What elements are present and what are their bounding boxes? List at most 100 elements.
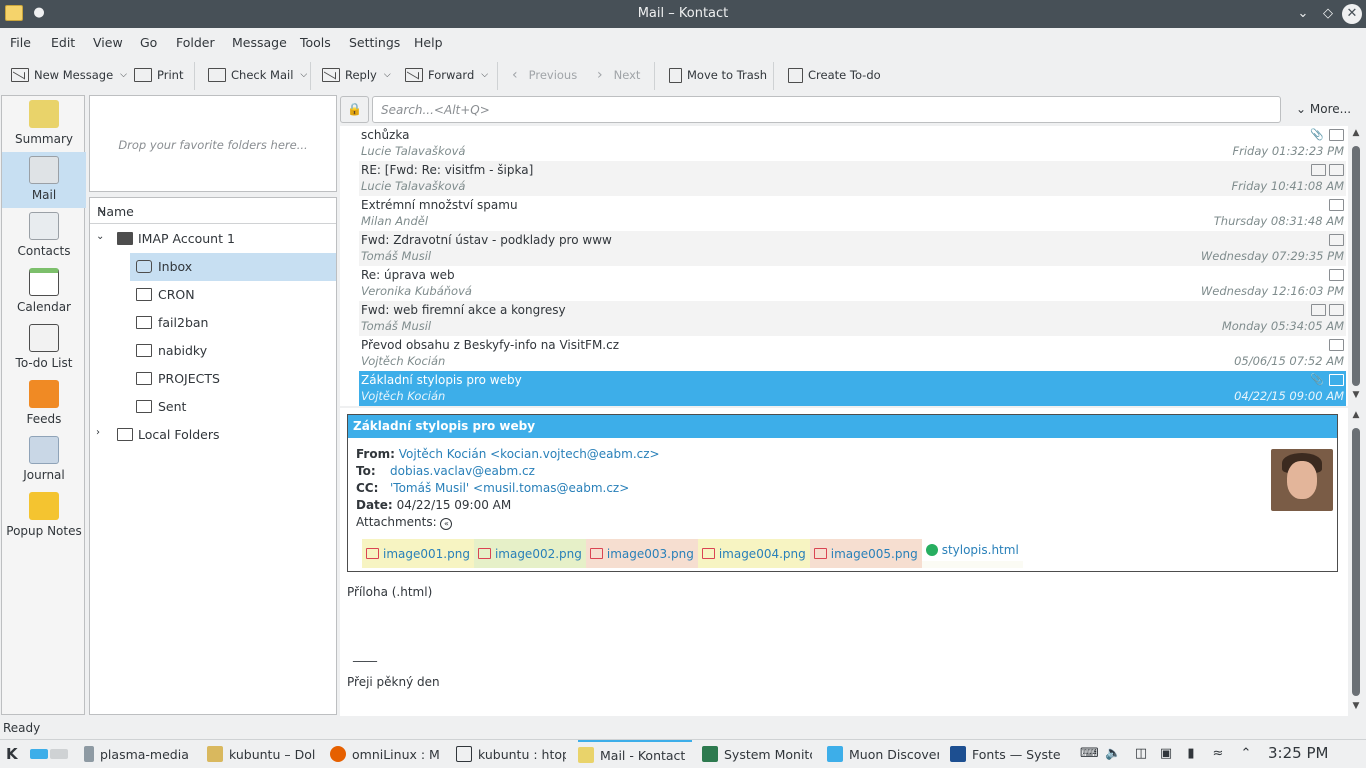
attachment-item-html[interactable]: stylopis.html (921, 539, 1023, 561)
lock-search-button[interactable]: 🔒 (340, 96, 369, 123)
task-firefox[interactable]: omniLinux : Mi (330, 740, 440, 768)
previous-button[interactable]: ‹ Previous (512, 66, 577, 84)
task-fonts[interactable]: Fonts — Syste (950, 740, 1062, 768)
task-system-monitor[interactable]: System Monito (702, 740, 812, 768)
attachment-item[interactable]: image002.png (473, 539, 586, 568)
message-row[interactable]: Fwd: Zdravotní ústav - podklady pro www … (359, 231, 1346, 266)
sidebar-item-todo[interactable]: To-do List (2, 320, 86, 376)
read-status-icon[interactable] (1329, 199, 1344, 211)
virtual-desktop-pager[interactable] (30, 740, 68, 768)
chevron-down-icon[interactable]: ⌵ (300, 70, 307, 80)
collapse-attachments-icon[interactable]: « (440, 518, 453, 530)
attachment-item[interactable]: image005.png (809, 539, 922, 568)
message-row[interactable]: Převod obsahu z Beskyfy-info na VisitFM.… (359, 336, 1346, 371)
to-link[interactable]: dobias.vaclav@eabm.cz (390, 464, 535, 478)
scrollbar-thumb[interactable] (1352, 146, 1360, 386)
task-dolphin[interactable]: kubuntu – Dol (207, 740, 315, 768)
message-row[interactable]: Extrémní množství spamu Milan Anděl Thur… (359, 196, 1346, 231)
message-row-selected[interactable]: Základní stylopis pro weby Vojtěch Kociá… (359, 371, 1346, 406)
tree-item-imap-account[interactable]: ⌄ IMAP Account 1 (90, 225, 336, 253)
read-status-icon[interactable] (1329, 129, 1344, 141)
message-row[interactable]: schůzka Lucie Talavašková 📎 Friday 01:32… (359, 126, 1346, 161)
move-to-trash-button[interactable]: Move to Trash (669, 66, 767, 84)
chevron-down-icon[interactable]: ⌵ (120, 70, 127, 80)
menu-file[interactable]: File (10, 35, 31, 50)
message-row[interactable]: RE: [Fwd: Re: visitfm - šipka] Lucie Tal… (359, 161, 1346, 196)
check-mail-button[interactable]: Check Mail ⌵ (208, 66, 307, 84)
read-status-icon[interactable] (1329, 164, 1344, 176)
maximize-button[interactable]: ◇ (1318, 4, 1338, 24)
tree-item-fail2ban[interactable]: fail2ban (130, 309, 336, 337)
task-htop[interactable]: kubuntu : htop (456, 740, 566, 768)
volume-icon[interactable]: 🔈 (1105, 746, 1121, 762)
message-row[interactable]: Re: úprava web Veronika Kubáňová Wednesd… (359, 266, 1346, 301)
scroll-up-icon[interactable]: ▲ (1350, 410, 1362, 420)
attachment-item[interactable]: image003.png (585, 539, 698, 568)
cc-link[interactable]: 'Tomáš Musil' <musil.tomas@eabm.cz> (390, 481, 629, 495)
menu-tools[interactable]: Tools (300, 35, 331, 50)
task-muon-discover[interactable]: Muon Discover (827, 740, 939, 768)
sidebar-item-journal[interactable]: Journal (2, 432, 86, 488)
tree-item-cron[interactable]: CRON (130, 281, 336, 309)
create-todo-button[interactable]: Create To-do (788, 66, 881, 84)
scroll-down-icon[interactable]: ▼ (1350, 390, 1362, 400)
chevron-down-icon[interactable]: ⌵ (384, 70, 391, 80)
more-button[interactable]: ⌄ More... (1296, 102, 1351, 116)
keyboard-icon[interactable]: ⌨ (1080, 746, 1099, 762)
scroll-down-icon[interactable]: ▼ (1350, 701, 1362, 711)
clock[interactable]: 3:25 PM (1268, 744, 1328, 762)
sidebar-item-popup-notes[interactable]: Popup Notes (2, 488, 86, 544)
attachment-item[interactable]: image004.png (697, 539, 810, 568)
desktop-1-icon[interactable] (30, 749, 48, 759)
read-status-icon[interactable] (1329, 304, 1344, 316)
clipboard-icon[interactable]: ▣ (1158, 746, 1174, 762)
tree-item-local-folders[interactable]: › Local Folders (90, 421, 336, 449)
read-status-icon[interactable] (1329, 374, 1344, 386)
forward-button[interactable]: Forward ⌵ (405, 66, 488, 84)
sidebar-item-feeds[interactable]: Feeds (2, 376, 86, 432)
menu-message[interactable]: Message (232, 35, 287, 50)
preview-scrollbar[interactable]: ▲ ▼ (1350, 408, 1362, 716)
sidebar-item-calendar[interactable]: Calendar (2, 264, 86, 320)
network-icon[interactable]: ≈ (1210, 746, 1226, 762)
search-field[interactable] (372, 96, 1281, 123)
tree-item-projects[interactable]: PROJECTS (130, 365, 336, 393)
scroll-up-icon[interactable]: ▲ (1350, 128, 1362, 138)
chevron-down-icon[interactable]: ⌄ (97, 202, 330, 216)
from-link[interactable]: Vojtěch Kocián <kocian.vojtech@eabm.cz> (399, 447, 660, 461)
next-button[interactable]: › Next (597, 66, 640, 84)
tree-item-nabidky[interactable]: nabidky (130, 337, 336, 365)
sidebar-item-mail[interactable]: Mail (2, 152, 86, 208)
print-button[interactable]: Print (134, 66, 183, 84)
reply-button[interactable]: Reply ⌵ (322, 66, 391, 84)
menu-settings[interactable]: Settings (349, 35, 400, 50)
folder-tree-header[interactable]: Name ⌄ (90, 198, 336, 224)
task-kontact[interactable]: Mail - Kontact (578, 740, 692, 768)
battery-icon[interactable]: ▮ (1183, 746, 1199, 762)
scrollbar-thumb[interactable] (1352, 428, 1360, 696)
menu-edit[interactable]: Edit (51, 35, 75, 50)
tree-item-sent[interactable]: Sent (130, 393, 336, 421)
task-plasma-media[interactable]: plasma-media (84, 740, 192, 768)
menu-help[interactable]: Help (414, 35, 443, 50)
chevron-down-icon[interactable]: ⌵ (481, 70, 488, 80)
favorite-folders-area[interactable]: Drop your favorite folders here... (89, 95, 337, 192)
close-button[interactable]: ✕ (1342, 4, 1362, 24)
minimize-button[interactable]: ⌄ (1293, 4, 1313, 24)
sidebar-item-summary[interactable]: Summary (2, 96, 86, 152)
devices-icon[interactable]: ◫ (1133, 746, 1149, 762)
menu-folder[interactable]: Folder (176, 35, 215, 50)
application-launcher-button[interactable]: K (6, 740, 18, 768)
read-status-icon[interactable] (1329, 339, 1344, 351)
tree-item-inbox[interactable]: Inbox (130, 253, 336, 281)
read-status-icon[interactable] (1329, 269, 1344, 281)
menu-view[interactable]: View (93, 35, 123, 50)
expand-icon[interactable]: › (96, 427, 100, 438)
message-list-scrollbar[interactable]: ▲ ▼ (1350, 126, 1362, 406)
chevron-up-icon[interactable]: ⌃ (1238, 746, 1254, 762)
message-row[interactable]: Fwd: web firemní akce a kongresy Tomáš M… (359, 301, 1346, 336)
desktop-2-icon[interactable] (50, 749, 68, 759)
menu-go[interactable]: Go (140, 35, 157, 50)
search-input[interactable] (373, 97, 1280, 122)
sidebar-item-contacts[interactable]: Contacts (2, 208, 86, 264)
